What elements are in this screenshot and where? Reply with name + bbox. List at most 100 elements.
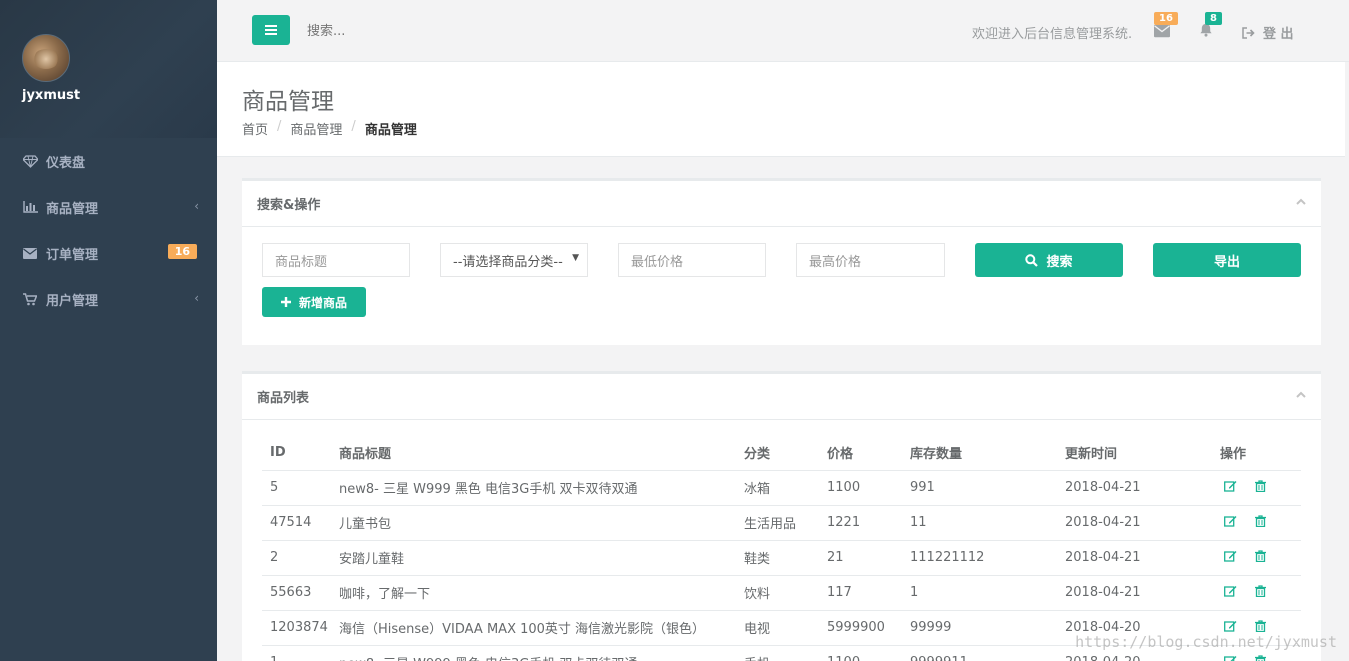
cell-stock: 111221112 (902, 540, 1057, 576)
edit-icon[interactable] (1224, 515, 1237, 531)
column-header-category[interactable]: 分类 (736, 436, 819, 471)
max-price-input[interactable]: 最高价格 (796, 243, 945, 277)
diamond-icon (22, 154, 38, 168)
cell-stock: 9999911 (902, 645, 1057, 661)
table-row[interactable]: 5 new8- 三星 W999 黑色 电信3G手机 双卡双待双通 冰箱 1100 991… (262, 470, 1301, 506)
cell-actions (1212, 505, 1301, 541)
envelope-icon (22, 246, 38, 260)
menu-toggle-button[interactable] (252, 15, 290, 45)
cell-id: 55663 (262, 575, 331, 611)
add-product-button[interactable]: 新增商品 (262, 287, 366, 317)
cell-id: 5 (262, 470, 331, 506)
cell-actions (1212, 575, 1301, 611)
table-row[interactable]: 2 安踏儿童鞋 鞋类 21 111221112 2018-04-21 (262, 540, 1301, 576)
cell-actions (1212, 470, 1301, 506)
cart-icon (22, 292, 38, 306)
cell-updated: 2018-04-21 (1057, 470, 1212, 506)
sidebar-item-orders[interactable]: 订单管理 16 (0, 230, 217, 276)
row-actions (1220, 654, 1266, 661)
chevron-left-icon: ‹ (194, 199, 199, 213)
edit-icon[interactable] (1224, 655, 1237, 661)
product-list-panel: 商品列表 ID 商品标题 分类 价格 库存数量 更新时间 操作 5 new8- 三… (242, 371, 1321, 661)
cell-title: 咖啡，了解一下 (331, 575, 736, 611)
sidebar-item-products[interactable]: 商品管理 ‹ (0, 184, 217, 230)
cell-price: 1100 (819, 645, 902, 661)
cell-category: 手机 (736, 645, 819, 661)
sidebar-item-label: 用户管理 (46, 293, 99, 309)
chevron-up-icon[interactable] (1296, 197, 1306, 207)
min-price-input[interactable]: 最低价格 (618, 243, 766, 277)
sidebar-item-users[interactable]: 用户管理 ‹ (0, 276, 217, 322)
table-row[interactable]: 55663 咖啡，了解一下 饮料 117 1 2018-04-21 (262, 575, 1301, 611)
search-panel-title: 搜索&操作 (257, 198, 321, 213)
sidebar: jyxmust 仪表盘 商品管理 ‹ 订单管理 16 用户管理 ‹ (0, 0, 217, 661)
search-panel: 搜索&操作 商品标题 --请选择商品分类-- ▼ 最低价格 最高价格 搜索 导出… (242, 178, 1321, 345)
plus-icon (280, 297, 291, 307)
bar-chart-icon (22, 200, 38, 214)
breadcrumb-separator: / (351, 119, 356, 134)
profile-area: jyxmust (0, 0, 217, 138)
product-title-input[interactable]: 商品标题 (262, 243, 410, 277)
product-table: ID 商品标题 分类 价格 库存数量 更新时间 操作 5 new8- 三星 W99… (262, 436, 1301, 661)
caret-down-icon: ▼ (572, 253, 579, 263)
row-actions (1220, 479, 1266, 496)
cell-price: 21 (819, 540, 902, 576)
product-list-header: 商品列表 (242, 374, 1321, 420)
column-header-title[interactable]: 商品标题 (331, 436, 736, 471)
table-header-row: ID 商品标题 分类 价格 库存数量 更新时间 操作 (262, 436, 1301, 471)
cell-category: 电视 (736, 610, 819, 646)
search-button[interactable]: 搜索 (975, 243, 1123, 277)
cell-category: 饮料 (736, 575, 819, 611)
cell-id: 1203874 (262, 610, 331, 646)
edit-icon[interactable] (1224, 550, 1237, 566)
cell-category: 冰箱 (736, 470, 819, 506)
cell-id: 2 (262, 540, 331, 576)
sidebar-item-dashboard[interactable]: 仪表盘 (0, 138, 217, 184)
trash-icon[interactable] (1255, 549, 1266, 566)
page-title: 商品管理 (242, 89, 334, 115)
search-button-label: 搜索 (1046, 254, 1073, 270)
top-navbar: 欢迎进入后台信息管理系统. 16 8 登 出 (217, 0, 1349, 62)
trash-icon[interactable] (1255, 584, 1266, 601)
row-actions (1220, 514, 1266, 531)
column-header-stock[interactable]: 库存数量 (902, 436, 1057, 471)
category-select[interactable]: --请选择商品分类-- ▼ (440, 243, 588, 277)
cell-price: 1100 (819, 470, 902, 506)
top-search-input[interactable] (299, 17, 599, 45)
username[interactable]: jyxmust (22, 88, 80, 103)
breadcrumb: 首页 / 商品管理 / 商品管理 (242, 119, 417, 138)
breadcrumb-home[interactable]: 首页 (242, 119, 268, 138)
row-actions (1220, 549, 1266, 566)
cell-price: 117 (819, 575, 902, 611)
trash-icon[interactable] (1255, 654, 1266, 661)
bell-icon[interactable] (1198, 23, 1214, 37)
export-button[interactable]: 导出 (1153, 243, 1301, 277)
product-list-title: 商品列表 (257, 391, 310, 406)
logout-button[interactable]: 登 出 (1242, 23, 1294, 42)
add-product-label: 新增商品 (298, 295, 347, 310)
cell-title: 儿童书包 (331, 505, 736, 541)
welcome-message: 欢迎进入后台信息管理系统. (972, 27, 1133, 42)
cell-title: new8- 三星 W999 黑色 电信3G手机 双卡双待双通 (331, 645, 736, 661)
chevron-up-icon[interactable] (1296, 390, 1306, 400)
trash-icon[interactable] (1255, 479, 1266, 496)
breadcrumb-separator: / (277, 119, 282, 134)
envelope-icon[interactable] (1154, 24, 1170, 38)
column-header-id[interactable]: ID (262, 436, 331, 471)
cell-updated: 2018-04-21 (1057, 575, 1212, 611)
cell-stock: 1 (902, 575, 1057, 611)
table-row[interactable]: 47514 儿童书包 生活用品 1221 11 2018-04-21 (262, 505, 1301, 541)
cell-actions (1212, 540, 1301, 576)
search-icon (1025, 253, 1039, 267)
export-button-label: 导出 (1213, 254, 1240, 270)
breadcrumb-item[interactable]: 商品管理 (290, 119, 342, 138)
avatar[interactable] (22, 34, 70, 82)
edit-icon[interactable] (1224, 585, 1237, 601)
trash-icon[interactable] (1255, 514, 1266, 531)
edit-icon[interactable] (1224, 480, 1237, 496)
sidebar-item-label: 商品管理 (46, 201, 99, 217)
column-header-price[interactable]: 价格 (819, 436, 902, 471)
column-header-updated[interactable]: 更新时间 (1057, 436, 1212, 471)
column-header-actions: 操作 (1212, 436, 1301, 471)
cell-stock: 99999 (902, 610, 1057, 646)
